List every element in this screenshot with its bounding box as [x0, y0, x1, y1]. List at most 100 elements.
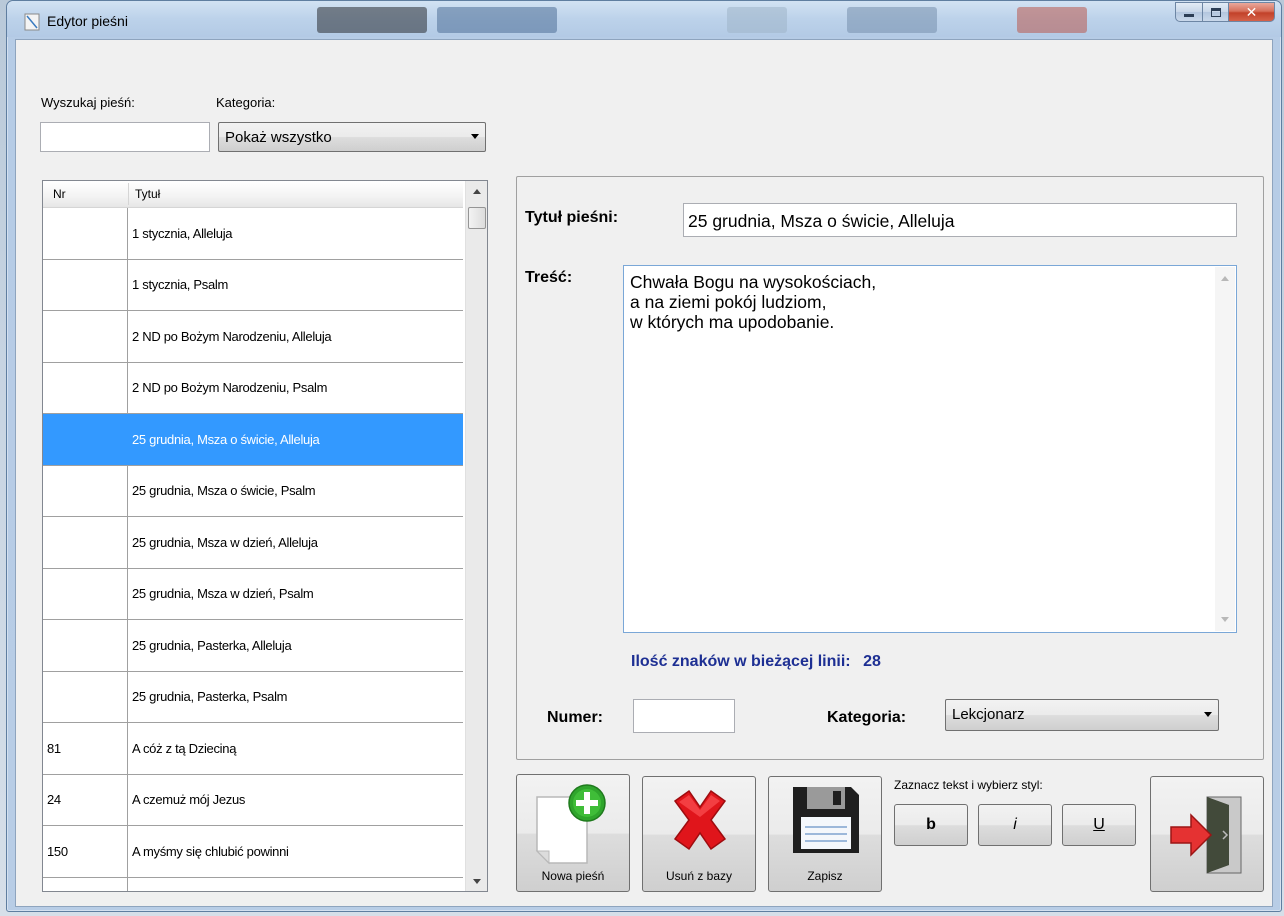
cell-title: 25 grudnia, Pasterka, Psalm: [132, 689, 288, 705]
column-separator: [128, 183, 129, 205]
cell-nr: [43, 671, 128, 722]
close-icon: ✕: [1245, 3, 1258, 20]
cell-title: A czemuż mój Jezus: [132, 792, 246, 808]
cell-title: 25 grudnia, Pasterka, Alleluja: [132, 637, 292, 653]
titlebar-glass-decoration: [847, 7, 937, 33]
cell-nr: [43, 568, 128, 619]
scroll-down-icon: [1221, 617, 1229, 622]
window-controls: ✕: [1175, 2, 1275, 22]
cell-title: 1 stycznia, Alleluja: [132, 225, 233, 241]
category-label: Kategoria:: [827, 709, 907, 726]
cell-nr: [43, 414, 128, 465]
cell-title: [128, 878, 463, 892]
scroll-up-icon: [1221, 276, 1229, 281]
cell-nr: [43, 465, 128, 516]
char-count-display: Ilość znaków w bieżącej linii: 28: [631, 653, 881, 671]
table-row[interactable]: 25 grudnia, Msza w dzień, Alleluja: [43, 517, 463, 569]
titlebar-glass-decoration: [317, 7, 427, 33]
titlebar-glass-decoration: [727, 7, 787, 33]
close-button[interactable]: ✕: [1229, 2, 1275, 22]
search-input[interactable]: [40, 122, 210, 152]
table-row[interactable]: 25 grudnia, Msza o świcie, Alleluja: [43, 414, 463, 466]
new-song-label: Nowa pieśń: [541, 869, 605, 883]
table-row[interactable]: 1 stycznia, Alleluja: [43, 208, 463, 260]
cell-nr: [43, 311, 128, 362]
search-label: Wyszukaj pieśń:: [41, 95, 135, 110]
maximize-button[interactable]: [1203, 2, 1229, 22]
song-title-label: Tytuł pieśni:: [525, 209, 619, 226]
new-document-plus-icon: [535, 784, 606, 865]
category-filter-label: Kategoria:: [216, 95, 276, 110]
char-count-label: Ilość znaków w bieżącej linii:: [631, 653, 851, 670]
category-select[interactable]: Lekcjonarz: [945, 699, 1219, 731]
cell-title: A cóż z tą Dzieciną: [132, 740, 237, 756]
number-input[interactable]: [633, 699, 735, 733]
exit-door-icon: [1170, 796, 1242, 874]
cell-nr: [43, 877, 128, 891]
scroll-up-icon: [472, 188, 481, 194]
minimize-button[interactable]: [1175, 2, 1203, 22]
cell-nr: 24: [43, 774, 128, 825]
title-bar[interactable]: Edytor pieśni ✕: [7, 1, 1281, 37]
column-header-title[interactable]: Tytuł: [135, 187, 160, 201]
cell-nr: 150: [43, 826, 128, 877]
cell-title: 25 grudnia, Msza w dzień, Psalm: [132, 586, 314, 602]
category-filter-select[interactable]: Pokaż wszystko: [218, 122, 486, 152]
table-row[interactable]: 1 stycznia, Psalm: [43, 259, 463, 311]
category-value: Lekcjonarz: [952, 706, 1025, 723]
window-title: Edytor pieśni: [47, 13, 128, 29]
content-label: Treść:: [525, 269, 573, 286]
client-area: Wyszukaj pieśń: Kategoria: Pokaż wszystk…: [15, 39, 1273, 907]
delete-label: Usuń z bazy: [665, 869, 733, 883]
main-window: Edytor pieśni ✕ Wyszukaj pieśń: Kategori…: [6, 0, 1282, 912]
table-row[interactable]: 2 ND po Bożym Narodzeniu, Alleluja: [43, 311, 463, 363]
new-song-button[interactable]: Nowa pieśń: [516, 774, 630, 892]
scroll-thumb[interactable]: [468, 207, 486, 229]
table-row[interactable]: [43, 877, 463, 892]
table-row[interactable]: 25 grudnia, Pasterka, Alleluja: [43, 620, 463, 672]
song-title-input[interactable]: 25 grudnia, Msza o świcie, Alleluja: [683, 203, 1237, 237]
song-list[interactable]: Nr Tytuł 1 stycznia, Alleluja 1 stycznia,…: [42, 180, 488, 892]
song-list-scrollbar[interactable]: [465, 181, 487, 891]
table-row[interactable]: 81 A cóż z tą Dzieciną: [43, 723, 463, 775]
save-label: Zapisz: [807, 869, 843, 883]
bold-button[interactable]: b: [894, 804, 968, 846]
cell-nr: [43, 362, 128, 413]
table-row[interactable]: 2 ND po Bożym Narodzeniu, Psalm: [43, 362, 463, 414]
chevron-down-icon: [1204, 712, 1212, 717]
content-scrollbar[interactable]: [1215, 267, 1235, 631]
category-filter-value: Pokaż wszystko: [225, 129, 332, 146]
scroll-down-button[interactable]: [466, 871, 487, 891]
cell-nr: [43, 259, 128, 310]
cell-nr: [43, 517, 128, 568]
save-button[interactable]: Zapisz: [768, 776, 882, 892]
exit-button[interactable]: [1150, 776, 1264, 892]
cell-title: 1 stycznia, Psalm: [132, 277, 229, 293]
italic-button[interactable]: i: [978, 804, 1052, 846]
char-count-value: 28: [863, 653, 881, 670]
scroll-down-icon: [472, 878, 481, 884]
content-textarea[interactable]: Chwała Bogu na wysokościach, a na ziemi …: [623, 265, 1237, 633]
cell-title: 2 ND po Bożym Narodzeniu, Alleluja: [132, 328, 332, 344]
cell-nr: [43, 620, 128, 671]
table-row[interactable]: 24 A czemuż mój Jezus: [43, 774, 463, 826]
titlebar-glass-decoration: [437, 7, 557, 33]
cell-title: A myśmy się chlubić powinni: [132, 843, 289, 859]
column-header-nr[interactable]: Nr: [53, 187, 66, 201]
floppy-disk-icon: [793, 787, 859, 853]
table-row[interactable]: 25 grudnia, Msza w dzień, Psalm: [43, 568, 463, 620]
content-text: Chwała Bogu na wysokościach, a na ziemi …: [630, 272, 877, 332]
maximize-icon: [1210, 7, 1221, 17]
underline-button[interactable]: U: [1062, 804, 1136, 846]
cell-nr: [43, 208, 128, 259]
table-row[interactable]: 150 A myśmy się chlubić powinni: [43, 826, 463, 878]
table-row[interactable]: 25 grudnia, Msza o świcie, Psalm: [43, 465, 463, 517]
delete-button[interactable]: Usuń z bazy: [642, 776, 756, 892]
cell-title: 25 grudnia, Msza o świcie, Psalm: [132, 483, 316, 499]
red-x-icon: [673, 789, 727, 851]
cell-title: 2 ND po Bożym Narodzeniu, Psalm: [132, 380, 328, 396]
cell-title: 25 grudnia, Msza w dzień, Alleluja: [132, 534, 318, 550]
editor-panel: Tytuł pieśni: 25 grudnia, Msza o świcie,…: [516, 176, 1264, 760]
table-row[interactable]: 25 grudnia, Pasterka, Psalm: [43, 671, 463, 723]
scroll-up-button[interactable]: [466, 181, 487, 201]
